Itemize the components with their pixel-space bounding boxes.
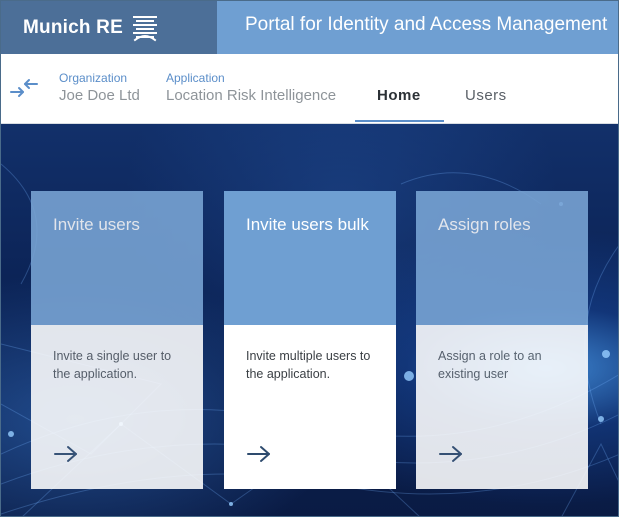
- card-description: Assign a role to an existing user: [438, 349, 542, 381]
- card-header: Assign roles: [416, 191, 588, 325]
- organization-value: Joe Doe Ltd: [59, 87, 140, 104]
- card-assign-roles[interactable]: Assign roles Assign a role to an existin…: [416, 191, 588, 489]
- organization-label: Organization: [59, 71, 128, 85]
- card-description: Invite a single user to the application.: [53, 349, 172, 381]
- organization-selector[interactable]: Organization Joe Doe Ltd: [59, 71, 140, 104]
- context-navbar: Organization Joe Doe Ltd Application Loc…: [1, 54, 618, 124]
- munich-re-logo-icon: [132, 15, 157, 41]
- card-title: Invite users bulk: [246, 215, 369, 234]
- arrow-right-icon[interactable]: [53, 445, 79, 463]
- application-value: Location Risk Intelligence: [166, 87, 337, 104]
- card-invite-users[interactable]: Invite users Invite a single user to the…: [31, 191, 203, 489]
- tab-users[interactable]: Users: [465, 87, 507, 104]
- app-window: Munich RE Portal for Identity and Access…: [0, 0, 619, 517]
- card-invite-users-bulk[interactable]: Invite users bulk Invite multiple users …: [224, 191, 396, 489]
- card-header: Invite users bulk: [224, 191, 396, 325]
- brand-logo-block[interactable]: Munich RE: [1, 1, 217, 54]
- card-header: Invite users: [31, 191, 203, 325]
- top-banner: Munich RE Portal for Identity and Access…: [1, 1, 618, 54]
- application-label: Application: [166, 71, 225, 85]
- arrow-right-icon[interactable]: [438, 445, 464, 463]
- brand-name: Munich RE: [23, 16, 123, 38]
- card-title: Invite users: [53, 215, 140, 234]
- arrow-right-icon[interactable]: [246, 445, 272, 463]
- application-selector[interactable]: Application Location Risk Intelligence: [166, 71, 336, 104]
- card-title: Assign roles: [438, 215, 531, 234]
- active-tab-indicator: [355, 120, 444, 122]
- switch-context-icon[interactable]: [9, 77, 39, 99]
- portal-title: Portal for Identity and Access Managemen…: [245, 14, 608, 35]
- card-description: Invite multiple users to the application…: [246, 349, 371, 381]
- tab-home[interactable]: Home: [377, 87, 421, 104]
